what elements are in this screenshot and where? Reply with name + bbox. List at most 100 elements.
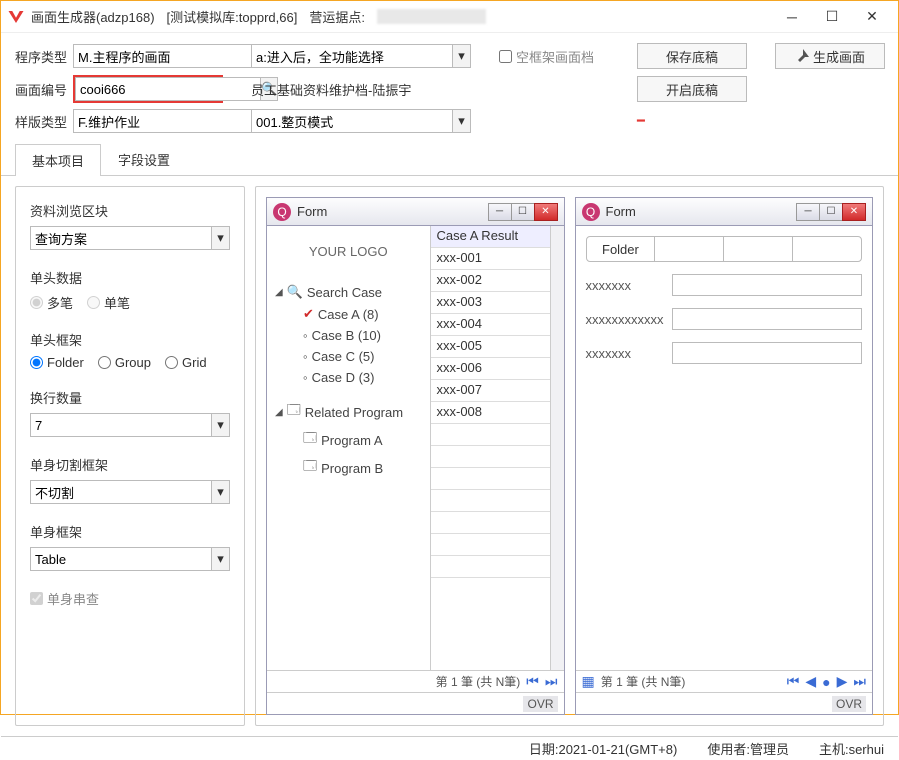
radio-group[interactable]: Group [98,355,151,370]
folder-tab-4[interactable] [793,237,861,261]
radio-folder[interactable]: Folder [30,355,84,370]
list-item[interactable]: xxx-006 [431,358,550,380]
form-icon: Q [273,203,291,221]
list-item[interactable]: xxx-005 [431,336,550,358]
magnifier-icon: 🔍 [287,284,303,300]
tree-view[interactable]: ◢🔍Search Case ✔Case A (8) ◦Case B (10) ◦… [267,277,430,486]
list-item[interactable] [431,490,550,512]
preview-window-2: Q Form ─☐✕ Folder xxxxxxx xxxxxxxxxxxx x… [575,197,874,715]
chevron-down-icon[interactable]: ▾ [453,44,471,68]
pv-min-icon[interactable]: ─ [488,203,512,221]
program-icon: 🗔 [287,401,301,423]
status-user: 使用者:管理员 [707,739,789,758]
chevron-down-icon[interactable]: ▾ [453,109,471,133]
radio-grid[interactable]: Grid [165,355,207,370]
field3-input[interactable] [672,342,863,364]
scrollbar[interactable] [550,226,564,670]
concat-checkbox[interactable]: 单身串查 [30,589,230,608]
list-item[interactable] [431,446,550,468]
preview-window-1: Q Form ─☐✕ YOUR LOGO ◢🔍Search Case ✔Case… [266,197,565,715]
field1-input[interactable] [672,274,863,296]
app-logo-icon [7,8,25,26]
nav-next-icon[interactable]: ▶ [837,673,848,690]
list-item[interactable] [431,556,550,578]
top-form: 程序类型 ▾ ▾ 空框架画面档 保存底稿 生成画面 画面编号 🔍 员工基础资料维… [1,33,898,139]
list-item[interactable]: xxx-002 [431,270,550,292]
browse-block-combo[interactable]: ▾ [30,226,230,250]
form-icon: Q [582,203,600,221]
screen-no-input[interactable]: 🔍 [73,75,223,103]
field1-label: xxxxxxx [586,278,666,293]
preview-area: Q Form ─☐✕ YOUR LOGO ◢🔍Search Case ✔Case… [255,186,884,726]
list-item[interactable] [431,424,550,446]
list-item[interactable]: xxx-001 [431,248,550,270]
progtype-combo[interactable]: ▾ [73,44,223,68]
field3-label: xxxxxxx [586,346,666,361]
folder-tab-2[interactable] [655,237,724,261]
pv-min-icon[interactable]: ─ [796,203,820,221]
site-blurred: XXXXXXXX [377,9,486,24]
body-frame-combo[interactable]: ▾ [30,547,230,571]
pager-text: 第 1 筆 (共 N筆) [436,673,521,690]
nav-last-icon[interactable]: ⏭ [545,673,558,690]
folder-tabs[interactable]: Folder [586,236,863,262]
pv-close-icon[interactable]: ✕ [842,203,866,221]
list-header: Case A Result [431,226,550,248]
form-title: Form [606,204,798,219]
grid-icon[interactable]: ▦ [582,673,595,690]
red-marker: ━ [637,113,747,129]
maximize-button[interactable]: ☐ [812,3,852,31]
nav-first-icon[interactable]: ⏮ [787,673,800,690]
generate-button[interactable]: 生成画面 [775,43,885,69]
empty-frame-checkbox[interactable]: 空框架画面档 [499,47,609,66]
folder-tab-1[interactable]: Folder [587,237,656,261]
entry-combo[interactable]: ▾ [251,44,471,68]
pager-text: 第 1 筆 (共 N筆) [601,673,686,690]
db-info: [测试模拟库:topprd,66] [167,7,298,26]
nav-last-icon[interactable]: ⏭ [853,673,866,690]
pv-max-icon[interactable]: ☐ [511,203,535,221]
wrap-count-combo[interactable]: ▾ [30,413,230,437]
nav-first-icon[interactable]: ⏮ [526,673,539,690]
scrno-label: 画面编号 [15,80,69,99]
header-frame-label: 单头框架 [30,330,230,349]
save-draft-button[interactable]: 保存底稿 [637,43,747,69]
pv-max-icon[interactable]: ☐ [819,203,843,221]
minimize-button[interactable]: ─ [772,3,812,31]
window-title: 画面生成器(adzp168) [31,7,155,26]
run-icon [795,49,809,63]
list-item[interactable]: xxx-003 [431,292,550,314]
list-item[interactable]: xxx-008 [431,402,550,424]
nav-record-icon[interactable]: ● [822,674,830,690]
list-item[interactable] [431,512,550,534]
list-item[interactable] [431,534,550,556]
radio-multi[interactable]: 多笔 [30,293,73,312]
browse-block-label: 资料浏览区块 [30,201,230,220]
window-icon: 🗔 [303,457,317,479]
tab-basic[interactable]: 基本项目 [15,144,101,176]
ovr-indicator: OVR [523,696,557,712]
window-icon: 🗔 [303,429,317,451]
pv-close-icon[interactable]: ✕ [534,203,558,221]
field2-label: xxxxxxxxxxxx [586,312,666,327]
list-item[interactable]: xxx-004 [431,314,550,336]
pagemode-combo[interactable]: ▾ [251,109,471,133]
list-item[interactable]: xxx-007 [431,380,550,402]
field2-input[interactable] [672,308,863,330]
list-item[interactable] [431,468,550,490]
tpltype-combo[interactable]: ▾ [73,109,223,133]
radio-single[interactable]: 单笔 [87,293,130,312]
staff-label: 员工基础资料维护档-陆振宇 [251,80,471,99]
folder-tab-3[interactable] [724,237,793,261]
result-list[interactable]: Case A Result xxx-001 xxx-002 xxx-003 xx… [430,226,550,670]
wrap-count-label: 换行数量 [30,388,230,407]
main-tabs: 基本项目 字段设置 [1,143,898,176]
close-button[interactable]: ✕ [852,3,892,31]
tab-fields[interactable]: 字段设置 [101,143,187,175]
body-split-combo[interactable]: ▾ [30,480,230,504]
titlebar: 画面生成器(adzp168) [测试模拟库:topprd,66] 营运据点: X… [1,1,898,33]
open-draft-button[interactable]: 开启底稿 [637,76,747,102]
status-host: 主机:serhui [819,739,884,758]
nav-prev-icon[interactable]: ◀ [805,673,816,690]
tpltype-label: 样版类型 [15,112,69,131]
